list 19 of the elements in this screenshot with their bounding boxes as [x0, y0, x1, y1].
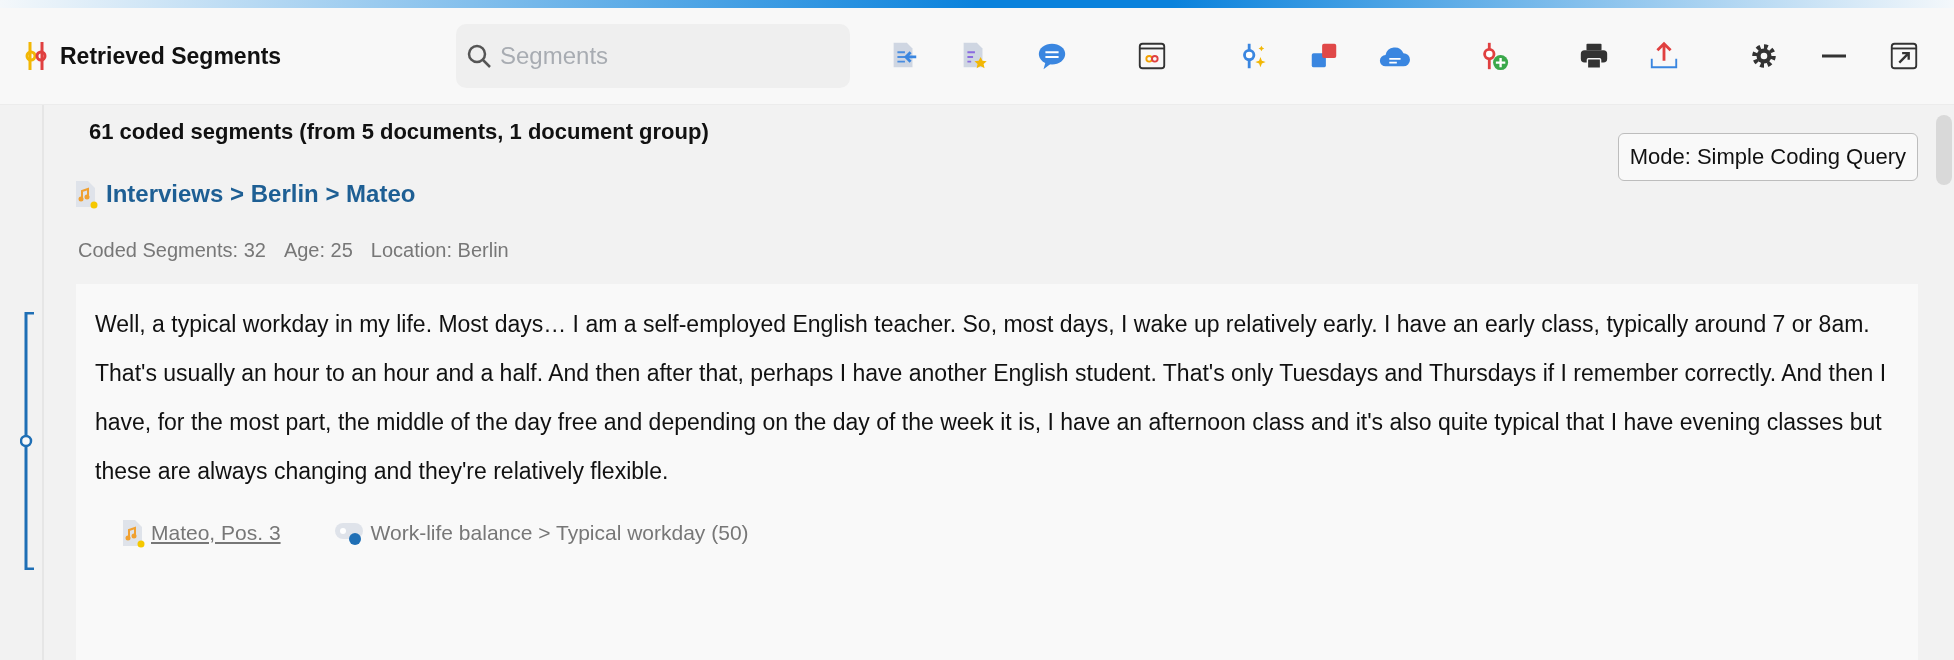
document-link[interactable]: Interviews > Berlin > Mateo — [106, 180, 416, 208]
window-title: Retrieved Segments — [60, 42, 283, 70]
segment-count: 61 coded segments (from 5 documents, 1 document group) — [89, 119, 709, 145]
document-attribute: Coded Segments: 32 — [78, 239, 266, 262]
document-attribute: Location: Berlin — [370, 239, 509, 262]
audio-document-icon — [121, 518, 145, 548]
search-input[interactable]: Segments — [498, 41, 822, 71]
segment-text: Well, a typical workday in my life. Most days… I am a self-employed English teacher. So, most days, I wake up relatively early. I have an early class, typically around 7 or 8am. That's usually an hour to an hour and a half. And then after that, perhaps I have another English student. That's only Tuesdays and Thursdays if I remember correctly. And then I have, for the most part, the middle of the day free and depending on the day of the week it is, I have an afternoon class and it's also quite typical that I have evening classes but these are always changing and they're relatively flexible. — [95, 310, 1888, 486]
code-icon — [24, 39, 48, 73]
minimize-icon — [1821, 54, 1847, 58]
toggle-icon — [334, 523, 363, 539]
scrollbar[interactable] — [1936, 115, 1952, 185]
audio-document-icon — [74, 179, 98, 209]
document-attribute: Age: 25 — [283, 239, 353, 262]
source-link[interactable]: Mateo, Pos. 3 — [151, 521, 281, 545]
search-icon — [466, 43, 492, 69]
mode-button[interactable]: Mode: Simple Coding Query — [1617, 133, 1918, 181]
search-field[interactable]: Segments — [456, 24, 850, 88]
code-path: Work-life balance > Typical workday (50) — [370, 521, 749, 545]
